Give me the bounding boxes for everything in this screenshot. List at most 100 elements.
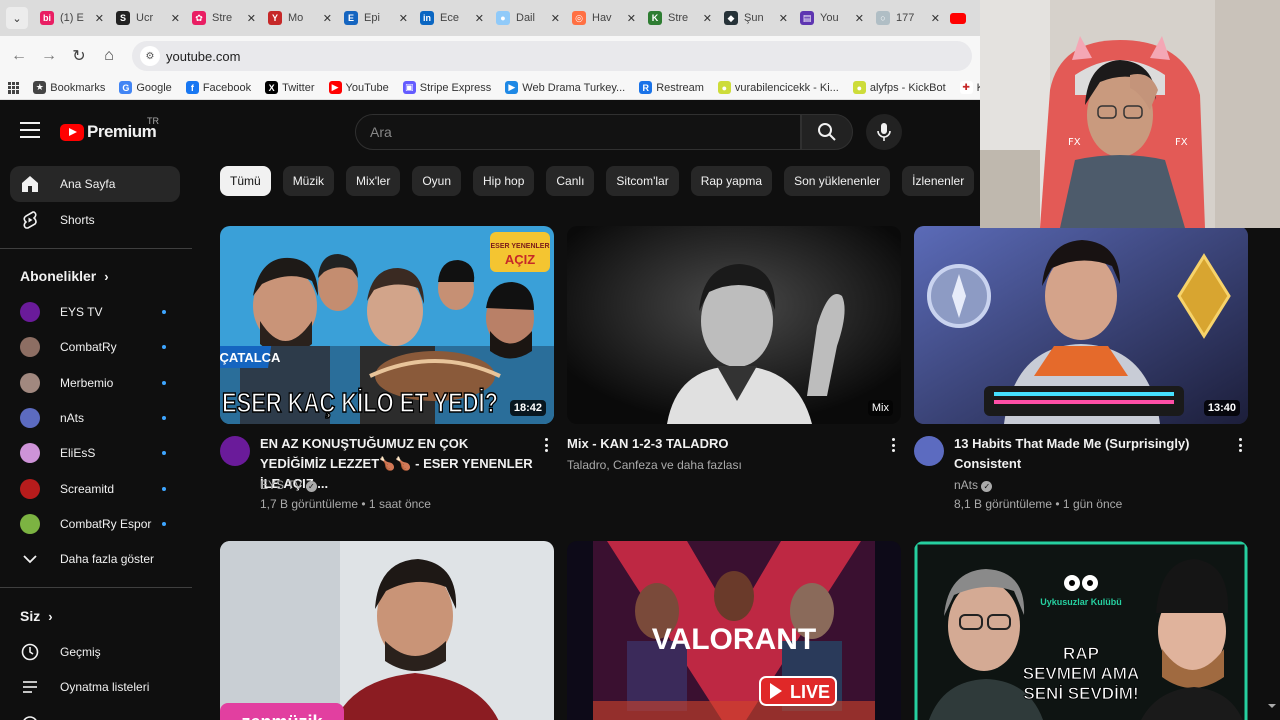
filter-chip[interactable]: Canlı (546, 166, 595, 196)
filter-chip[interactable]: Müzik (282, 166, 335, 196)
browser-tab[interactable]: K Stre ✕ (642, 4, 718, 32)
video-title[interactable]: Mix - KAN 1-2-3 TALADRO (567, 434, 881, 454)
sidebar-item-home[interactable]: Ana Sayfa (10, 166, 180, 202)
forward-button[interactable]: → (34, 47, 64, 65)
video-thumbnail[interactable]: VALORANT LIVE (567, 541, 901, 720)
video-card[interactable]: VALORANT LIVE (567, 541, 901, 720)
more-options-icon[interactable] (1232, 436, 1248, 454)
filter-chip[interactable]: İzlenenler (902, 166, 975, 196)
video-card[interactable]: ESER YENENLER AÇIZ ÇATALCA ESER KAÇ KİLO ET… (220, 226, 554, 516)
voice-search-button[interactable] (866, 114, 902, 150)
youtube-tab-icon[interactable] (950, 12, 966, 24)
filter-chip[interactable]: Sitcom'lar (606, 166, 679, 196)
video-thumbnail[interactable]: ESER YENENLER AÇIZ ÇATALCA ESER KAÇ KİLO ET… (220, 226, 554, 424)
sidebar-subscription-item[interactable]: Screamitd (10, 471, 180, 507)
close-tab-icon[interactable]: ✕ (171, 12, 180, 25)
channel-avatar[interactable] (220, 436, 250, 466)
bookmark-item[interactable]: R Restream (639, 81, 704, 94)
sidebar-item-shorts[interactable]: Shorts (10, 202, 180, 238)
more-options-icon[interactable] (538, 436, 554, 454)
video-card[interactable]: Mix Mix - KAN 1-2-3 TALADRO Taladro, Canfe… (567, 226, 901, 516)
filter-chip[interactable]: Hip hop (473, 166, 535, 196)
back-button[interactable]: ← (4, 47, 34, 65)
video-thumbnail[interactable]: Uykusuzlar Kulübü RAP SEVMEM AMA SENİ SEVDİ… (914, 541, 1248, 720)
filter-chip[interactable]: Son yüklenenler (784, 166, 891, 196)
browser-tab[interactable]: S Ucr ✕ (110, 4, 186, 32)
home-button[interactable]: ⌂ (94, 47, 124, 65)
bookmark-item[interactable]: ● vurabilencicekk - Ki... (717, 81, 839, 94)
browser-tab[interactable]: ✿ Stre ✕ (186, 4, 262, 32)
browser-tab[interactable]: Y Mo ✕ (262, 4, 338, 32)
sidebar-subscription-item[interactable]: EliEsS (10, 435, 180, 471)
video-thumbnail[interactable]: 13:40 (914, 226, 1248, 424)
sidebar-subscription-item[interactable]: CombatRy Espor (10, 506, 180, 542)
close-tab-icon[interactable]: ✕ (247, 12, 256, 25)
filter-chip[interactable]: Tümü (220, 166, 271, 196)
bookmark-item[interactable]: G Google (119, 81, 172, 94)
bookmarks-bar: ★ Bookmarks G Google f Facebook X Twitter ▶ YouTu… (0, 76, 980, 100)
menu-icon[interactable] (20, 122, 40, 138)
channel-name[interactable]: Taladro, Canfeza ve daha fazlası (567, 456, 742, 474)
bookmark-item[interactable]: ● alyfps - KickBot (852, 81, 946, 94)
filter-chip[interactable]: Rap yapma (690, 166, 773, 196)
youtube-premium-logo[interactable]: Premium TR (60, 116, 159, 142)
close-tab-icon[interactable]: ✕ (399, 12, 408, 25)
bookmark-item[interactable]: ▣ Stripe Express (402, 81, 491, 94)
show-more-button[interactable]: Daha fazla göster (10, 541, 180, 577)
video-card[interactable]: 13:40 13 Habits That Made Me (Surprisingl… (914, 226, 1248, 516)
sidebar-item-playlists[interactable]: Oynatma listeleri (10, 669, 180, 705)
sidebar-subscription-item[interactable]: EYS TV (10, 294, 180, 330)
browser-tab[interactable]: E Epi ✕ (338, 4, 414, 32)
sidebar-item-partial[interactable] (10, 704, 180, 720)
sidebar-subscription-item[interactable]: Merbemio (10, 365, 180, 401)
browser-tab[interactable]: ○ 177 ✕ (870, 4, 946, 32)
browser-tab[interactable]: ◎ Hav ✕ (566, 4, 642, 32)
search-button[interactable] (801, 114, 853, 150)
video-title[interactable]: 13 Habits That Made Me (Surprisingly) Co… (954, 434, 1228, 474)
close-tab-icon[interactable]: ✕ (779, 12, 788, 25)
video-card[interactable]: Uykusuzlar Kulübü RAP SEVMEM AMA SENİ SEVDİ… (914, 541, 1248, 720)
filter-chip[interactable]: Mix'ler (346, 166, 401, 196)
close-tab-icon[interactable]: ✕ (95, 12, 104, 25)
sidebar-item-history[interactable]: Geçmiş (10, 634, 180, 670)
browser-tab[interactable]: in Ece ✕ (414, 4, 490, 32)
close-tab-icon[interactable]: ✕ (627, 12, 636, 25)
close-tab-icon[interactable]: ✕ (855, 12, 864, 25)
browser-tab[interactable]: ● Dail ✕ (490, 4, 566, 32)
reload-button[interactable]: ↻ (64, 46, 94, 66)
url-text: youtube.com (166, 48, 241, 64)
close-tab-icon[interactable]: ✕ (475, 12, 484, 25)
tab-search-button[interactable]: ⌄ (6, 7, 28, 29)
video-card[interactable]: zenmüzik (220, 541, 554, 720)
browser-tab[interactable]: ▤ You ✕ (794, 4, 870, 32)
browser-tab[interactable]: ◆ Şun ✕ (718, 4, 794, 32)
more-options-icon[interactable] (885, 436, 901, 454)
channel-avatar[interactable] (914, 436, 944, 466)
close-tab-icon[interactable]: ✕ (931, 12, 940, 25)
you-header[interactable]: Siz › (20, 608, 53, 624)
video-thumbnail[interactable]: Mix (567, 226, 901, 424)
bookmark-item[interactable]: ▶ Web Drama Turkey... (505, 81, 625, 94)
address-input[interactable]: ⚙ youtube.com (132, 41, 972, 71)
bookmark-item[interactable]: ★ Bookmarks (33, 81, 105, 94)
bookmark-item[interactable]: ▶ YouTube (328, 81, 389, 94)
channel-name[interactable]: nAts ✓ (954, 476, 993, 494)
bookmark-item[interactable]: ✚Korean Vi (959, 81, 980, 94)
subscriptions-header[interactable]: Abonelikler › (20, 268, 109, 284)
apps-icon[interactable] (8, 81, 19, 94)
channel-name[interactable]: EYS TV ✓ (260, 476, 317, 494)
video-thumbnail[interactable]: zenmüzik (220, 541, 554, 720)
sidebar-subscription-item[interactable]: CombatRy (10, 329, 180, 365)
scroll-down-icon[interactable] (1268, 702, 1276, 710)
close-tab-icon[interactable]: ✕ (551, 12, 560, 25)
bookmark-item[interactable]: X Twitter (265, 81, 315, 94)
sidebar-subscription-item[interactable]: nAts (10, 400, 180, 436)
close-tab-icon[interactable]: ✕ (703, 12, 712, 25)
close-tab-icon[interactable]: ✕ (323, 12, 332, 25)
search-box[interactable] (355, 114, 801, 150)
filter-chip[interactable]: Oyun (412, 166, 462, 196)
search-input[interactable] (370, 124, 800, 140)
bookmark-item[interactable]: f Facebook (185, 81, 251, 94)
browser-tab[interactable]: bi (1) E ✕ (34, 4, 110, 32)
site-info-icon[interactable]: ⚙ (140, 46, 160, 66)
